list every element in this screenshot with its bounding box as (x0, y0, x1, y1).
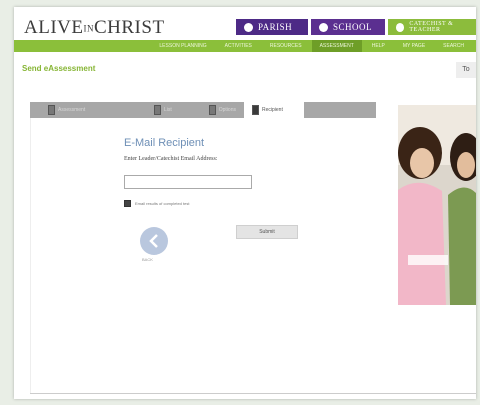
students-photo (398, 105, 476, 305)
audience-switcher: PARISH SCHOOL CATECHIST & TEACHER (236, 19, 476, 35)
nav-item-lesson-planning[interactable]: LESSON PLANNING (151, 43, 214, 49)
document-icon (48, 105, 55, 115)
form-heading: E-Mail Recipient (124, 137, 205, 149)
submit-button[interactable]: Submit (236, 225, 298, 239)
email-results-checkbox[interactable] (124, 200, 131, 207)
divider (30, 393, 476, 394)
nav-item-my-page[interactable]: MY PAGE (395, 43, 433, 49)
page-title: Send eAssessment (22, 64, 96, 73)
nav-item-search[interactable]: SEARCH (435, 43, 472, 49)
logo[interactable]: ALIVEINCHRIST (24, 17, 165, 39)
catechist-button[interactable]: CATECHIST & TEACHER (388, 19, 476, 35)
tab-list[interactable]: List (126, 102, 181, 118)
tab-recipient[interactable]: Recipient (244, 102, 304, 118)
checkbox-label: Email results of completed test (135, 201, 190, 206)
email-input[interactable] (124, 175, 252, 189)
document-icon (209, 105, 216, 115)
back-button[interactable] (140, 227, 168, 255)
document-icon (154, 105, 161, 115)
top-right-button[interactable]: To (456, 62, 476, 78)
back-label: BACK (142, 257, 153, 262)
nav-item-activities[interactable]: ACTIVITIES (217, 43, 260, 49)
nav-item-help[interactable]: HELP (364, 43, 393, 49)
document-icon (252, 105, 259, 115)
dove-icon (396, 22, 405, 32)
nav-item-assessment[interactable]: ASSESSMENT (311, 40, 362, 52)
chevron-left-icon (149, 234, 158, 248)
email-instruction: Enter Leader/Catechist Email Address: (124, 156, 218, 162)
parish-button[interactable]: PARISH (236, 19, 308, 35)
email-results-option: Email results of completed test (124, 200, 189, 207)
main-nav: LESSON PLANNING ACTIVITIES RESOURCES ASS… (14, 40, 476, 52)
nav-item-resources[interactable]: RESOURCES (262, 43, 310, 49)
tab-options[interactable]: Options (181, 102, 236, 118)
church-icon (244, 22, 253, 32)
school-icon (319, 22, 328, 32)
app-window: ALIVEINCHRIST PARISH SCHOOL CATECHIST & … (14, 7, 476, 399)
tab-assessment[interactable]: Assessment (30, 102, 126, 118)
wizard-tabs: Assessment List Options Recipient (30, 102, 376, 118)
school-button[interactable]: SCHOOL (311, 19, 385, 35)
